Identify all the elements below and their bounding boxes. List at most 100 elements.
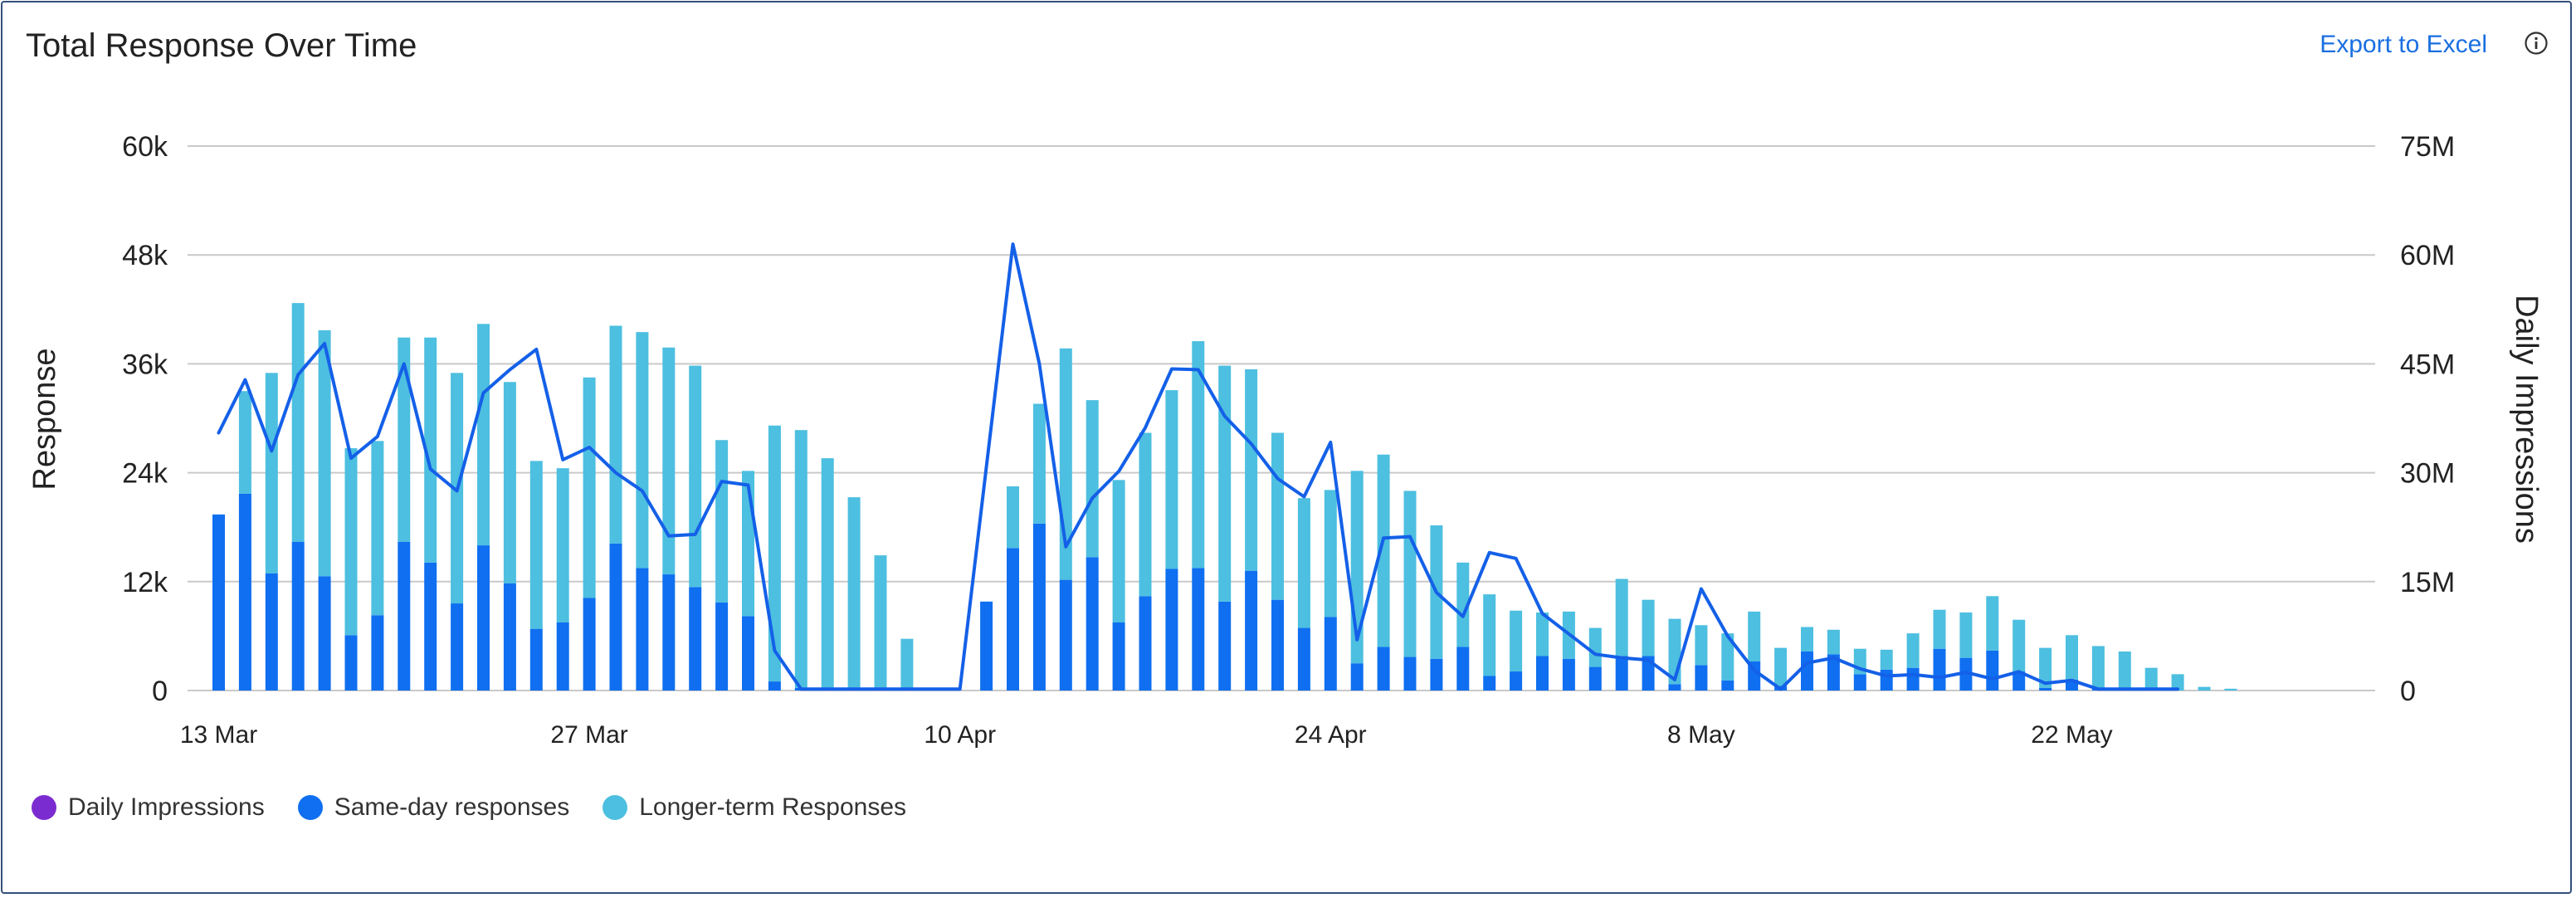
y-axis-label: Response xyxy=(27,348,62,490)
legend-swatch-longer-term xyxy=(603,795,628,820)
y2-tick-label: 75M xyxy=(2400,131,2455,163)
bar-same-day xyxy=(1165,569,1178,691)
response-chart: 0 12k 24k 36k 48k 60k 0 15M 30M 45M 60M 75M 13 Mar… xyxy=(27,131,2544,749)
bar-same-day xyxy=(265,573,278,691)
bar-longer-term xyxy=(503,382,516,583)
bar-longer-term xyxy=(2118,651,2131,688)
bar-same-day xyxy=(1615,656,1628,691)
legend-swatch-same-day xyxy=(297,795,323,820)
bar-same-day xyxy=(344,635,358,691)
y-tick-label: 60k xyxy=(122,131,168,163)
bar-same-day xyxy=(1801,651,1813,691)
x-tick-label: 22 May xyxy=(2031,721,2112,749)
bar-longer-term xyxy=(1218,365,1232,602)
bar-same-day xyxy=(291,541,305,691)
bar-longer-term xyxy=(1165,390,1178,569)
bar-longer-term xyxy=(1032,403,1046,524)
y2-tick-label: 45M xyxy=(2400,349,2455,380)
bar-longer-term xyxy=(1245,368,1258,571)
bar-same-day xyxy=(1668,684,1681,691)
bar-same-day xyxy=(371,615,384,691)
x-tick-label: 27 Mar xyxy=(550,721,627,749)
legend-label: Daily Impressions xyxy=(68,793,265,821)
bar-longer-term xyxy=(1642,599,1655,656)
bar-longer-term xyxy=(1588,627,1602,667)
bar-longer-term xyxy=(1933,609,1946,649)
bar-same-day xyxy=(1271,599,1284,691)
legend-item-same-day[interactable]: Same-day responses xyxy=(297,793,570,822)
bar-longer-term xyxy=(1827,629,1840,655)
bar-longer-term xyxy=(2198,686,2211,691)
bar-longer-term xyxy=(715,440,729,603)
x-tick-label: 13 Mar xyxy=(180,721,257,749)
bar-longer-term xyxy=(529,461,543,629)
bar-same-day xyxy=(398,541,411,691)
bar-longer-term xyxy=(821,458,834,689)
bar-same-day xyxy=(1853,674,1866,691)
bar-longer-term xyxy=(1615,578,1628,656)
legend-label: Longer-term Responses xyxy=(639,793,907,821)
bar-same-day xyxy=(768,681,781,691)
bar-same-day xyxy=(477,545,490,691)
legend-swatch-daily-impressions xyxy=(32,795,56,820)
bar-same-day xyxy=(1007,548,1019,691)
bar-same-day xyxy=(689,587,702,691)
bar-same-day xyxy=(1986,650,1999,691)
bar-longer-term xyxy=(847,497,861,689)
bar-same-day xyxy=(1695,665,1708,691)
bar-same-day xyxy=(1536,656,1549,691)
y2-axis-ticks: 0 15M 30M 45M 60M 75M xyxy=(2400,131,2455,707)
y-tick-label: 0 xyxy=(152,676,168,707)
bar-same-day xyxy=(451,603,464,691)
bar-same-day xyxy=(503,583,516,691)
bar-same-day xyxy=(742,616,754,691)
bar-same-day xyxy=(1588,666,1602,691)
bar-same-day xyxy=(636,568,649,691)
bar-longer-term xyxy=(794,430,807,688)
bar-same-day xyxy=(1324,617,1337,691)
y2-tick-label: 30M xyxy=(2400,458,2455,490)
bar-same-day xyxy=(1377,647,1390,691)
bar-longer-term xyxy=(238,391,251,494)
bar-same-day xyxy=(1350,663,1364,691)
x-tick-label: 24 Apr xyxy=(1295,721,1367,749)
bar-longer-term xyxy=(1271,432,1284,600)
bar-same-day xyxy=(1562,658,1575,691)
y-tick-label: 48k xyxy=(122,240,168,271)
x-tick-label: 10 Apr xyxy=(924,721,996,749)
bar-longer-term xyxy=(2066,635,2078,680)
y2-tick-label: 0 xyxy=(2400,676,2416,707)
bar-same-day xyxy=(980,601,993,691)
bar-longer-term xyxy=(1112,480,1125,622)
bar-same-day xyxy=(1297,627,1310,691)
y2-axis-label: Daily Impressions xyxy=(2509,295,2544,544)
legend-item-daily-impressions[interactable]: Daily Impressions xyxy=(32,793,265,822)
bar-same-day xyxy=(238,493,251,691)
bar-longer-term xyxy=(874,555,887,691)
bar-longer-term xyxy=(1774,647,1788,686)
y2-tick-label: 60M xyxy=(2400,240,2455,271)
chart-legend: Daily Impressions Same-day responses Lon… xyxy=(32,793,939,822)
bar-longer-term xyxy=(2224,688,2237,691)
bar-longer-term xyxy=(1801,627,1813,652)
bar-longer-term xyxy=(556,468,569,622)
bar-longer-term xyxy=(2013,619,2026,672)
bar-same-day xyxy=(1880,669,1893,691)
bar-same-day xyxy=(609,543,622,691)
legend-label: Same-day responses xyxy=(334,793,570,821)
bar-same-day xyxy=(1430,658,1443,691)
bar-same-day xyxy=(1218,601,1232,691)
bar-longer-term xyxy=(265,373,278,573)
bar-longer-term xyxy=(1297,498,1310,628)
bar-same-day xyxy=(715,602,729,691)
bar-same-day xyxy=(662,574,676,691)
bar-same-day xyxy=(583,598,596,691)
bar-longer-term xyxy=(1510,610,1523,672)
legend-item-longer-term[interactable]: Longer-term Responses xyxy=(603,793,906,822)
bar-same-day xyxy=(1059,579,1072,691)
bar-longer-term xyxy=(662,347,676,575)
bar-same-day xyxy=(1192,568,1205,691)
bar-same-day xyxy=(1403,656,1417,691)
y-tick-label: 36k xyxy=(122,349,168,380)
bar-longer-term xyxy=(1403,490,1417,657)
